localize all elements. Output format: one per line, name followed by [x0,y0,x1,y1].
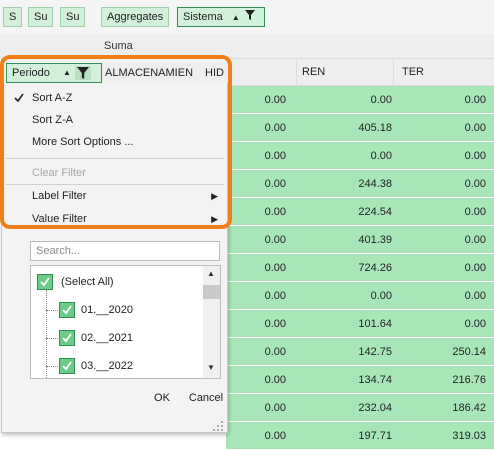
highlight-outline [0,55,232,229]
table-cell: 0.00 [464,178,486,190]
column-header-row: REN TER [226,58,494,86]
table-cell: 401.39 [358,234,392,246]
list-scrollbar[interactable]: ▲ ▼ [203,266,220,378]
table-cell: 244.38 [358,178,392,190]
table-cell: 0.00 [464,234,486,246]
table-cell: 232.04 [358,402,392,414]
sort-ascending-icon[interactable]: ▲ [232,13,240,22]
table-cell: 0.00 [464,122,486,134]
table-row: 0.00 142.75 250.14 [226,338,494,366]
field-chip-su-1[interactable]: Su [28,7,54,27]
column-header-ren[interactable]: REN [302,66,325,78]
table-cell: 405.18 [358,122,392,134]
scrollbar-thumb[interactable] [203,285,220,299]
tree-branch [46,310,58,311]
table-cell: 224.54 [358,206,392,218]
table-cell: 0.00 [464,94,486,106]
table-row: 0.00 101.64 0.00 [226,310,494,338]
scroll-up-icon[interactable]: ▲ [207,269,215,278]
table-cell: 724.26 [358,262,392,274]
table-cell: 186.42 [452,402,486,414]
table-cell: 101.64 [358,318,392,330]
table-cell: 0.00 [464,150,486,162]
resize-grip-icon[interactable] [212,420,224,435]
list-item-label: 03.__2022 [81,360,133,372]
pivot-field-bar: S Su Su Aggregates Sistema ▲ [0,0,494,35]
value-checklist: (Select All) 01.__2020 02.__2021 03.__20… [30,265,221,379]
table-cell: 134.74 [358,374,392,386]
table-row: 0.00 244.38 0.00 [226,170,494,198]
aggregates-chip[interactable]: Aggregates [101,7,170,27]
checkbox-checked-icon[interactable] [59,302,75,318]
table-row: 0.00 0.00 0.00 [226,282,494,310]
table-cell: 0.00 [370,94,392,106]
filter-icon[interactable] [244,8,255,26]
table-cell: 250.14 [452,346,486,358]
table-cell: 0.00 [370,290,392,302]
list-item-label: 01.__2020 [81,304,133,316]
table-row: 0.00 0.00 0.00 [226,142,494,170]
table-row: 0.00 224.54 0.00 [226,198,494,226]
table-cell: 0.00 [464,290,486,302]
table-cell: 142.75 [358,346,392,358]
sistema-label: Sistema [183,11,223,23]
column-header-ter[interactable]: TER [402,66,424,78]
sistema-chip[interactable]: Sistema ▲ [177,7,265,27]
field-chip-su-2[interactable]: Su [60,7,86,27]
table-cell: 197.71 [358,430,392,442]
list-item-label: 02.__2021 [81,332,133,344]
table-cell: 216.76 [452,374,486,386]
table-row: 0.00 401.39 0.00 [226,226,494,254]
table-cell: 319.03 [452,430,486,442]
checkbox-checked-icon[interactable] [37,274,53,290]
field-chip-s[interactable]: S [3,7,23,27]
table-row: 0.00 405.18 0.00 [226,114,494,142]
table-row: 0.00 134.74 216.76 [226,366,494,394]
tree-line [46,290,47,378]
ok-button[interactable]: OK [146,387,178,409]
tree-branch [46,366,58,367]
table-cell: 0.00 [464,318,486,330]
table-row: 0.00 232.04 186.42 [226,394,494,422]
table-row: 0.00 0.00 0.00 [226,86,494,114]
table-cell: 0.00 [370,150,392,162]
table-row: 0.00 724.26 0.00 [226,254,494,282]
table-row: 0.00 197.71 319.03 [226,422,494,450]
table-cell: 0.00 [464,262,486,274]
cancel-button[interactable]: Cancel [184,387,228,409]
tree-branch [46,338,58,339]
checkbox-checked-icon[interactable] [59,330,75,346]
search-input[interactable] [30,241,220,261]
suma-label: Suma [104,40,133,52]
scroll-down-icon[interactable]: ▼ [207,363,215,372]
table-cell: 0.00 [464,206,486,218]
list-item-label: (Select All) [61,276,114,288]
checkbox-checked-icon[interactable] [59,358,75,374]
